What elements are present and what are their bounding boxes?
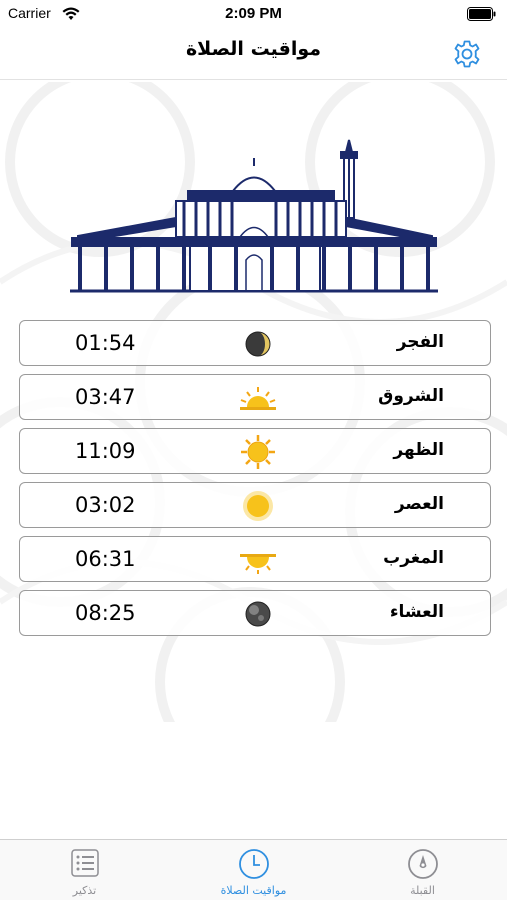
page-title: مواقيت الصلاة bbox=[185, 38, 322, 60]
prayer-name: العصر bbox=[394, 494, 444, 514]
tab-label: مواقيت الصلاة bbox=[220, 884, 287, 897]
status-time: 2:09 PM bbox=[225, 5, 282, 22]
prayer-row-isha[interactable]: 08:25 العشاء bbox=[19, 590, 491, 636]
prayer-name: العشاء bbox=[389, 602, 444, 622]
prayer-name: الشروق bbox=[378, 386, 444, 406]
settings-button[interactable] bbox=[449, 36, 485, 72]
sun-icon bbox=[238, 435, 278, 469]
prayer-time: 06:31 bbox=[75, 547, 136, 571]
prayer-row-maghrib[interactable]: 06:31 المغرب bbox=[19, 536, 491, 582]
prayer-time: 01:54 bbox=[75, 331, 136, 355]
dark-moon-icon bbox=[238, 598, 278, 630]
sunset-icon bbox=[238, 544, 278, 576]
prayer-name: الظهر bbox=[393, 440, 444, 460]
prayer-row-dhuhr[interactable]: 11:09 الظهر bbox=[19, 428, 491, 474]
tab-qibla[interactable]: القبلة bbox=[338, 840, 507, 900]
tab-reminder[interactable]: تذكير bbox=[0, 840, 169, 900]
prayer-row-fajr[interactable]: 01:54 الفجر bbox=[19, 320, 491, 366]
prayer-time: 11:09 bbox=[75, 439, 136, 463]
sun-soft-icon bbox=[238, 490, 278, 522]
tab-label: القبلة bbox=[410, 884, 435, 897]
sunrise-icon bbox=[238, 382, 278, 414]
tab-bar: تذكير مواقيت الصلاة القبلة bbox=[0, 839, 507, 900]
prayer-name: المغرب bbox=[383, 548, 444, 568]
tab-prayer-times[interactable]: مواقيت الصلاة bbox=[169, 840, 338, 900]
mosque-illustration bbox=[70, 138, 438, 298]
list-icon bbox=[0, 848, 169, 878]
prayer-time: 03:02 bbox=[75, 493, 136, 517]
battery-icon bbox=[467, 6, 497, 25]
status-bar: Carrier 2:09 PM bbox=[0, 0, 507, 28]
prayer-times-list: 01:54 الفجر 03:47 الشروق 11:09 الظهر 03:… bbox=[19, 320, 491, 644]
clock-icon bbox=[169, 848, 338, 880]
compass-icon bbox=[338, 848, 507, 880]
prayer-row-asr[interactable]: 03:02 العصر bbox=[19, 482, 491, 528]
navigation-bar: مواقيت الصلاة bbox=[0, 28, 507, 80]
prayer-name: الفجر bbox=[396, 332, 444, 352]
prayer-time: 03:47 bbox=[75, 385, 136, 409]
gear-icon bbox=[454, 40, 480, 68]
prayer-row-sunrise[interactable]: 03:47 الشروق bbox=[19, 374, 491, 420]
tab-label: تذكير bbox=[72, 884, 97, 897]
moon-crescent-icon bbox=[238, 328, 278, 360]
prayer-time: 08:25 bbox=[75, 601, 136, 625]
